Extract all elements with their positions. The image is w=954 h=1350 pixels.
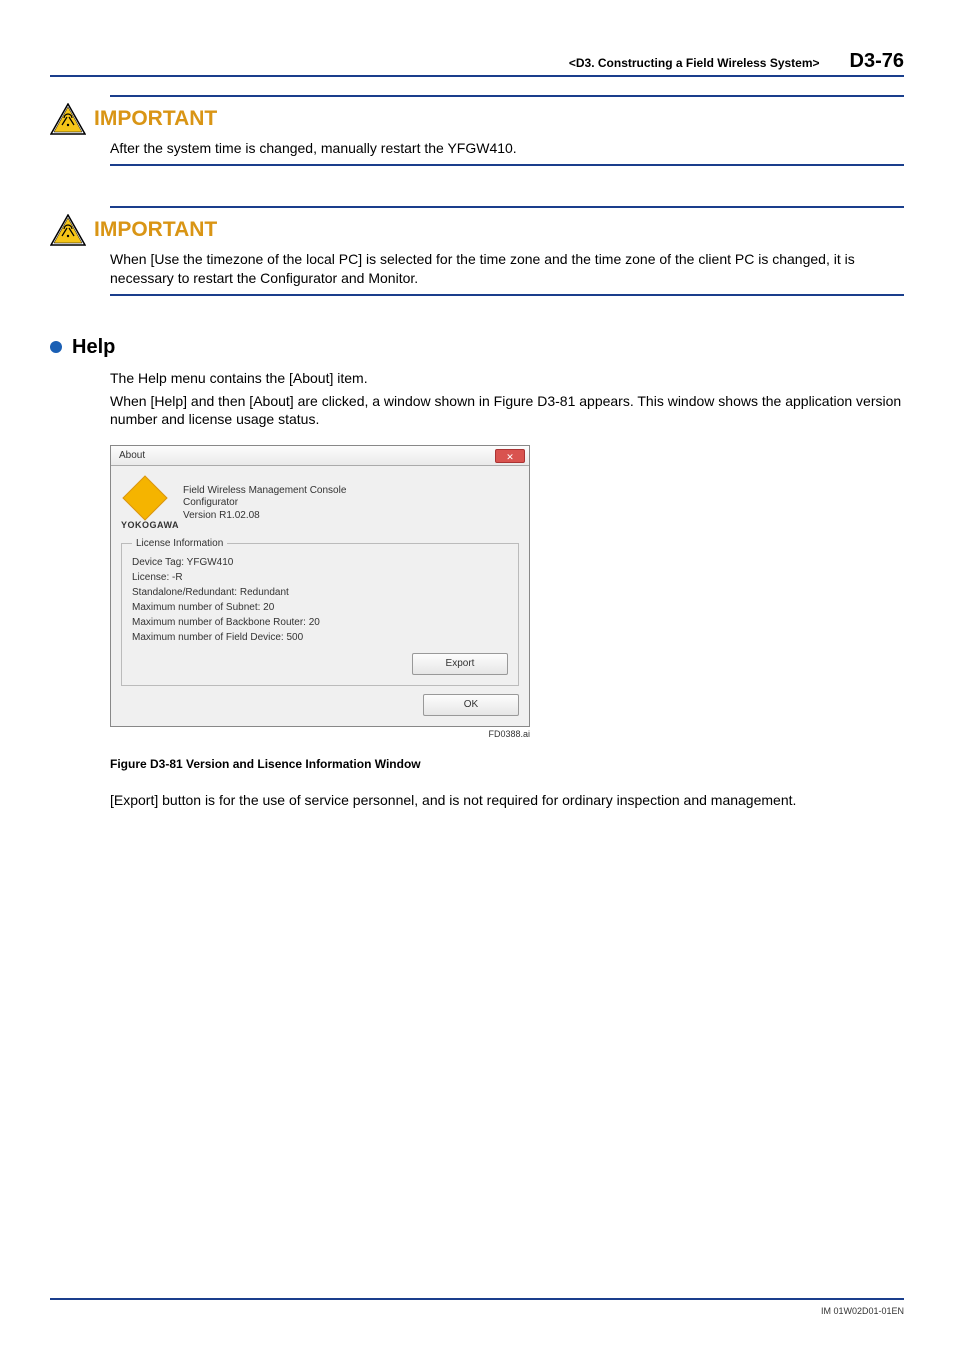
about-dialog-figure: About ✕ YOKOGAWA Field Wireless Manageme…: [110, 445, 530, 739]
help-paragraph-1: The Help menu contains the [About] item.: [110, 369, 904, 388]
license-fieldset: License Information Device Tag: YFGW410 …: [121, 538, 519, 686]
important-box-1: IMPORTANT After the system time is chang…: [110, 95, 904, 166]
info-field-device: Maximum number of Field Device: 500: [132, 630, 508, 645]
dialog-titlebar: About ✕: [111, 446, 529, 466]
warning-icon: [50, 214, 86, 246]
info-redundant: Standalone/Redundant: Redundant: [132, 585, 508, 600]
app-info: Field Wireless Management Console Config…: [183, 485, 346, 523]
header-section: <D3. Constructing a Field Wireless Syste…: [569, 56, 820, 70]
dialog-title: About: [119, 450, 145, 461]
help-heading: Help: [50, 336, 904, 359]
export-note: [Export] button is for the use of servic…: [110, 791, 904, 810]
important-heading: IMPORTANT: [94, 218, 217, 242]
info-license: License: -R: [132, 570, 508, 585]
app-line-1: Field Wireless Management Console: [183, 485, 346, 498]
about-dialog: About ✕ YOKOGAWA Field Wireless Manageme…: [110, 445, 530, 727]
important-box-2: IMPORTANT When [Use the timezone of the …: [110, 206, 904, 296]
info-subnet: Maximum number of Subnet: 20: [132, 600, 508, 615]
ok-button[interactable]: OK: [423, 694, 519, 716]
warning-icon: [50, 103, 86, 135]
logo-icon: [122, 476, 167, 521]
license-legend: License Information: [132, 538, 227, 549]
help-paragraph-2: When [Help] and then [About] are clicked…: [110, 392, 904, 430]
app-line-3: Version R1.02.08: [183, 510, 346, 523]
page-footer: IM 01W02D01-01EN: [50, 1298, 904, 1316]
page-header: <D3. Constructing a Field Wireless Syste…: [50, 50, 904, 77]
info-backbone: Maximum number of Backbone Router: 20: [132, 615, 508, 630]
figure-id: FD0388.ai: [110, 729, 530, 739]
close-icon[interactable]: ✕: [495, 449, 525, 463]
figure-caption: Figure D3-81 Version and Lisence Informa…: [110, 757, 904, 771]
export-button[interactable]: Export: [412, 653, 508, 675]
app-line-2: Configurator: [183, 497, 346, 510]
important-heading: IMPORTANT: [94, 107, 217, 131]
header-page-number: D3-76: [850, 50, 904, 73]
important-2-text: When [Use the timezone of the local PC] …: [110, 250, 904, 288]
footer-doc-id: IM 01W02D01-01EN: [821, 1306, 904, 1316]
info-device-tag: Device Tag: YFGW410: [132, 555, 508, 570]
bullet-icon: [50, 341, 62, 353]
important-1-text: After the system time is changed, manual…: [110, 139, 904, 158]
brand-name: YOKOGAWA: [121, 520, 169, 530]
help-title: Help: [72, 336, 115, 359]
